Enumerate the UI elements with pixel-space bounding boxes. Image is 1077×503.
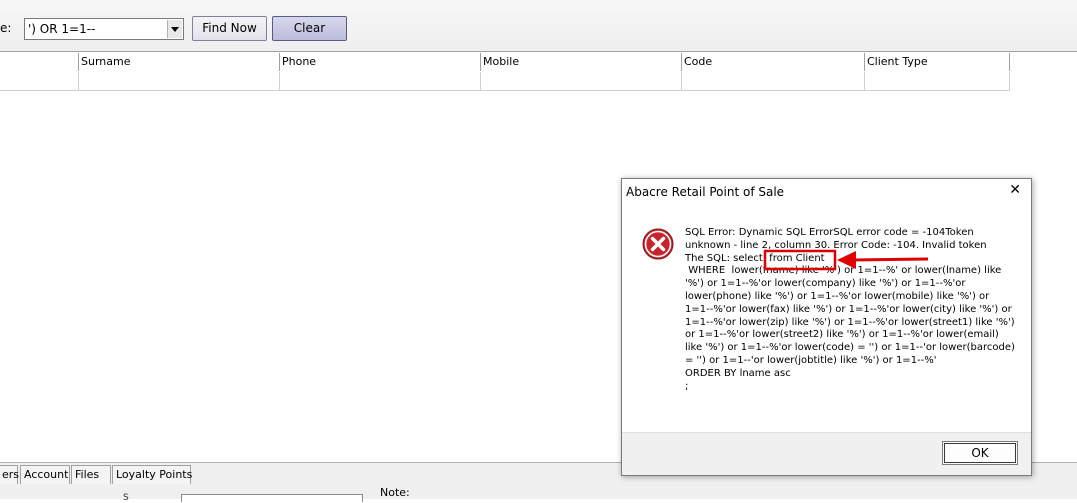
table-cell [280, 72, 481, 91]
grid-header: Surname Phone Mobile Code Client Type [0, 53, 1010, 71]
dialog-footer: OK [622, 432, 1031, 475]
tab-files[interactable]: Files [71, 465, 111, 485]
chevron-down-icon [171, 27, 179, 32]
error-message: SQL Error: Dynamic SQL ErrorSQL error co… [685, 227, 1015, 392]
error-dialog: Abacre Retail Point of Sale ✕ SQL Error:… [621, 178, 1032, 476]
detail-panel: S Note: [0, 484, 1077, 503]
tab-others[interactable]: ers [0, 465, 19, 485]
combo-dropdown-button[interactable] [167, 20, 182, 38]
search-toolbar: e: ') OR 1=1-- Find Now Clear [0, 0, 1077, 52]
detail-input[interactable] [181, 494, 363, 502]
dialog-body: SQL Error: Dynamic SQL ErrorSQL error co… [622, 211, 1031, 432]
table-row[interactable] [0, 72, 1010, 91]
ok-button[interactable]: OK [942, 441, 1018, 465]
search-input[interactable]: ') OR 1=1-- [28, 22, 95, 36]
note-label: Note: [380, 486, 410, 499]
tab-loyalty-points[interactable]: Loyalty Points [112, 465, 192, 485]
column-header-phone[interactable]: Phone [280, 53, 481, 71]
column-header[interactable] [0, 53, 79, 71]
column-header-mobile[interactable]: Mobile [481, 53, 682, 71]
clients-grid: Surname Phone Mobile Code Client Type [0, 53, 1010, 91]
dialog-title: Abacre Retail Point of Sale [626, 185, 785, 199]
column-header-surname[interactable]: Surname [79, 53, 280, 71]
column-header-client-type[interactable]: Client Type [865, 53, 1010, 71]
tab-account[interactable]: Account [20, 465, 70, 485]
table-cell [865, 72, 1010, 91]
close-icon[interactable]: ✕ [1009, 183, 1021, 197]
error-icon [642, 228, 674, 260]
search-field-label: e: [0, 21, 12, 35]
table-cell [682, 72, 865, 91]
clear-button[interactable]: Clear [272, 16, 347, 41]
table-cell [481, 72, 682, 91]
find-now-button[interactable]: Find Now [192, 16, 267, 41]
column-header-code[interactable]: Code [682, 53, 865, 71]
field-label: S [123, 493, 129, 503]
table-cell [0, 72, 79, 91]
search-combobox[interactable]: ') OR 1=1-- [24, 18, 184, 40]
table-cell [79, 72, 280, 91]
